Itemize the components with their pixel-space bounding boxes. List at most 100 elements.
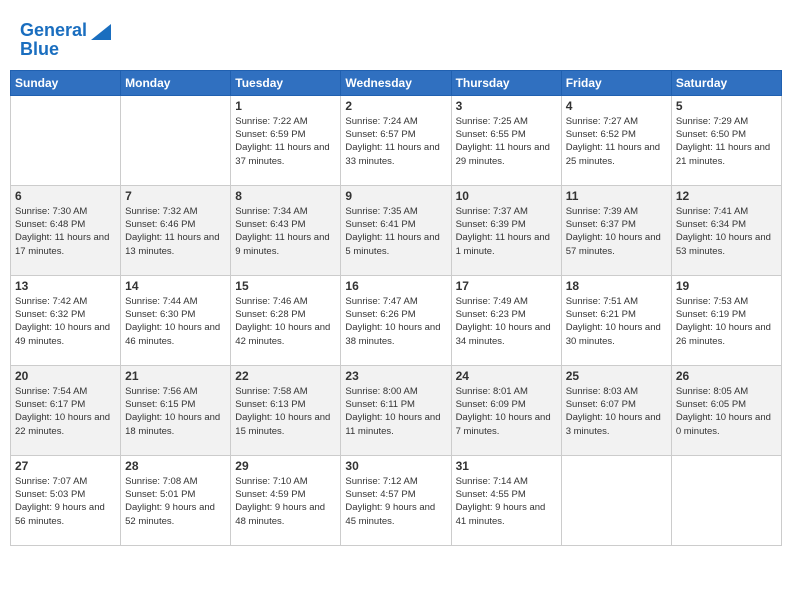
calendar-cell: 1Sunrise: 7:22 AMSunset: 6:59 PMDaylight… — [231, 95, 341, 185]
day-number: 11 — [566, 189, 667, 203]
calendar-table: SundayMondayTuesdayWednesdayThursdayFrid… — [10, 70, 782, 546]
calendar-cell: 29Sunrise: 7:10 AMSunset: 4:59 PMDayligh… — [231, 455, 341, 545]
day-number: 26 — [676, 369, 777, 383]
day-detail: Sunrise: 7:58 AMSunset: 6:13 PMDaylight:… — [235, 385, 336, 438]
calendar-cell: 4 Sunrise: 7:27 AMSunset: 6:52 PMDaylight… — [561, 95, 671, 185]
day-number: 22 — [235, 369, 336, 383]
day-detail: Sunrise: 7:12 AMSunset: 4:57 PMDaylight:… — [345, 475, 446, 528]
week-row-1: 1Sunrise: 7:22 AMSunset: 6:59 PMDaylight… — [11, 95, 782, 185]
logo-triangle-icon — [89, 20, 111, 42]
day-number: 21 — [125, 369, 226, 383]
calendar-cell: 19 Sunrise: 7:53 AMSunset: 6:19 PMDayligh… — [671, 275, 781, 365]
day-number: 30 — [345, 459, 446, 473]
calendar-cell — [11, 95, 121, 185]
calendar-cell: 14 Sunrise: 7:44 AMSunset: 6:30 PMDayligh… — [121, 275, 231, 365]
calendar-cell: 7Sunrise: 7:32 AMSunset: 6:46 PMDaylight… — [121, 185, 231, 275]
calendar-cell: 11 Sunrise: 7:39 AMSunset: 6:37 PMDayligh… — [561, 185, 671, 275]
day-detail: Sunrise: 7:14 AMSunset: 4:55 PMDaylight:… — [456, 475, 557, 528]
day-number: 12 — [676, 189, 777, 203]
calendar-cell: 12 Sunrise: 7:41 AMSunset: 6:34 PMDayligh… — [671, 185, 781, 275]
calendar-cell: 28 Sunrise: 7:08 AMSunset: 5:01 PMDayligh… — [121, 455, 231, 545]
calendar-cell: 22 Sunrise: 7:58 AMSunset: 6:13 PMDayligh… — [231, 365, 341, 455]
day-number: 27 — [15, 459, 116, 473]
day-detail: Sunrise: 7:56 AMSunset: 6:15 PMDaylight:… — [125, 385, 226, 438]
day-detail: Sunrise: 7:25 AMSunset: 6:55 PMDaylight:… — [456, 115, 557, 168]
col-header-wednesday: Wednesday — [341, 70, 451, 95]
day-detail: Sunrise: 7:22 AMSunset: 6:59 PMDaylight:… — [235, 115, 336, 168]
col-header-tuesday: Tuesday — [231, 70, 341, 95]
day-detail: Sunrise: 7:49 AMSunset: 6:23 PMDaylight:… — [456, 295, 557, 348]
day-detail: Sunrise: 7:54 AMSunset: 6:17 PMDaylight:… — [15, 385, 116, 438]
day-detail: Sunrise: 7:41 AMSunset: 6:34 PMDaylight:… — [676, 205, 777, 258]
day-number: 14 — [125, 279, 226, 293]
day-detail: Sunrise: 7:51 AMSunset: 6:21 PMDaylight:… — [566, 295, 667, 348]
day-detail: Sunrise: 7:47 AMSunset: 6:26 PMDaylight:… — [345, 295, 446, 348]
calendar-cell: 20 Sunrise: 7:54 AMSunset: 6:17 PMDayligh… — [11, 365, 121, 455]
logo-text: General — [20, 21, 87, 41]
calendar-cell — [671, 455, 781, 545]
day-detail: Sunrise: 7:53 AMSunset: 6:19 PMDaylight:… — [676, 295, 777, 348]
day-number: 17 — [456, 279, 557, 293]
day-detail: Sunrise: 7:34 AMSunset: 6:43 PMDaylight:… — [235, 205, 336, 258]
col-header-thursday: Thursday — [451, 70, 561, 95]
calendar-cell: 23 Sunrise: 8:00 AMSunset: 6:11 PMDayligh… — [341, 365, 451, 455]
calendar-cell: 18 Sunrise: 7:51 AMSunset: 6:21 PMDayligh… — [561, 275, 671, 365]
day-number: 13 — [15, 279, 116, 293]
logo: General Blue — [20, 20, 111, 60]
calendar-cell: 25Sunrise: 8:03 AMSunset: 6:07 PMDayligh… — [561, 365, 671, 455]
day-detail: Sunrise: 7:10 AMSunset: 4:59 PMDaylight:… — [235, 475, 336, 528]
calendar-cell: 26 Sunrise: 8:05 AMSunset: 6:05 PMDayligh… — [671, 365, 781, 455]
week-row-2: 6 Sunrise: 7:30 AMSunset: 6:48 PMDaylight… — [11, 185, 782, 275]
day-detail: Sunrise: 7:44 AMSunset: 6:30 PMDaylight:… — [125, 295, 226, 348]
day-detail: Sunrise: 7:30 AMSunset: 6:48 PMDaylight:… — [15, 205, 116, 258]
calendar-cell: 6 Sunrise: 7:30 AMSunset: 6:48 PMDaylight… — [11, 185, 121, 275]
day-number: 9 — [345, 189, 446, 203]
col-header-saturday: Saturday — [671, 70, 781, 95]
calendar-cell: 27Sunrise: 7:07 AMSunset: 5:03 PMDayligh… — [11, 455, 121, 545]
day-number: 7 — [125, 189, 226, 203]
week-row-3: 13 Sunrise: 7:42 AMSunset: 6:32 PMDayligh… — [11, 275, 782, 365]
day-detail: Sunrise: 7:42 AMSunset: 6:32 PMDaylight:… — [15, 295, 116, 348]
calendar-cell: 31 Sunrise: 7:14 AMSunset: 4:55 PMDayligh… — [451, 455, 561, 545]
calendar-cell: 5 Sunrise: 7:29 AMSunset: 6:50 PMDaylight… — [671, 95, 781, 185]
day-number: 5 — [676, 99, 777, 113]
day-detail: Sunrise: 8:01 AMSunset: 6:09 PMDaylight:… — [456, 385, 557, 438]
col-header-friday: Friday — [561, 70, 671, 95]
day-detail: Sunrise: 7:27 AMSunset: 6:52 PMDaylight:… — [566, 115, 667, 168]
day-number: 3 — [456, 99, 557, 113]
day-number: 19 — [676, 279, 777, 293]
calendar-cell — [561, 455, 671, 545]
day-number: 28 — [125, 459, 226, 473]
header-row: SundayMondayTuesdayWednesdayThursdayFrid… — [11, 70, 782, 95]
day-detail: Sunrise: 7:35 AMSunset: 6:41 PMDaylight:… — [345, 205, 446, 258]
week-row-4: 20 Sunrise: 7:54 AMSunset: 6:17 PMDayligh… — [11, 365, 782, 455]
day-detail: Sunrise: 7:39 AMSunset: 6:37 PMDaylight:… — [566, 205, 667, 258]
calendar-cell: 3 Sunrise: 7:25 AMSunset: 6:55 PMDaylight… — [451, 95, 561, 185]
col-header-sunday: Sunday — [11, 70, 121, 95]
day-number: 20 — [15, 369, 116, 383]
day-number: 4 — [566, 99, 667, 113]
calendar-cell: 15Sunrise: 7:46 AMSunset: 6:28 PMDayligh… — [231, 275, 341, 365]
day-number: 18 — [566, 279, 667, 293]
calendar-cell: 13 Sunrise: 7:42 AMSunset: 6:32 PMDayligh… — [11, 275, 121, 365]
calendar-cell — [121, 95, 231, 185]
day-detail: Sunrise: 7:37 AMSunset: 6:39 PMDaylight:… — [456, 205, 557, 258]
calendar-cell: 16Sunrise: 7:47 AMSunset: 6:26 PMDayligh… — [341, 275, 451, 365]
day-number: 6 — [15, 189, 116, 203]
day-number: 15 — [235, 279, 336, 293]
calendar-cell: 21 Sunrise: 7:56 AMSunset: 6:15 PMDayligh… — [121, 365, 231, 455]
day-number: 25 — [566, 369, 667, 383]
day-detail: Sunrise: 8:05 AMSunset: 6:05 PMDaylight:… — [676, 385, 777, 438]
day-number: 31 — [456, 459, 557, 473]
calendar-cell: 10 Sunrise: 7:37 AMSunset: 6:39 PMDayligh… — [451, 185, 561, 275]
week-row-5: 27Sunrise: 7:07 AMSunset: 5:03 PMDayligh… — [11, 455, 782, 545]
day-detail: Sunrise: 8:00 AMSunset: 6:11 PMDaylight:… — [345, 385, 446, 438]
day-detail: Sunrise: 7:08 AMSunset: 5:01 PMDaylight:… — [125, 475, 226, 528]
day-detail: Sunrise: 7:29 AMSunset: 6:50 PMDaylight:… — [676, 115, 777, 168]
day-number: 23 — [345, 369, 446, 383]
logo-blue-text: Blue — [20, 40, 111, 60]
day-number: 8 — [235, 189, 336, 203]
calendar-cell: 2Sunrise: 7:24 AMSunset: 6:57 PMDaylight… — [341, 95, 451, 185]
day-number: 10 — [456, 189, 557, 203]
day-number: 24 — [456, 369, 557, 383]
